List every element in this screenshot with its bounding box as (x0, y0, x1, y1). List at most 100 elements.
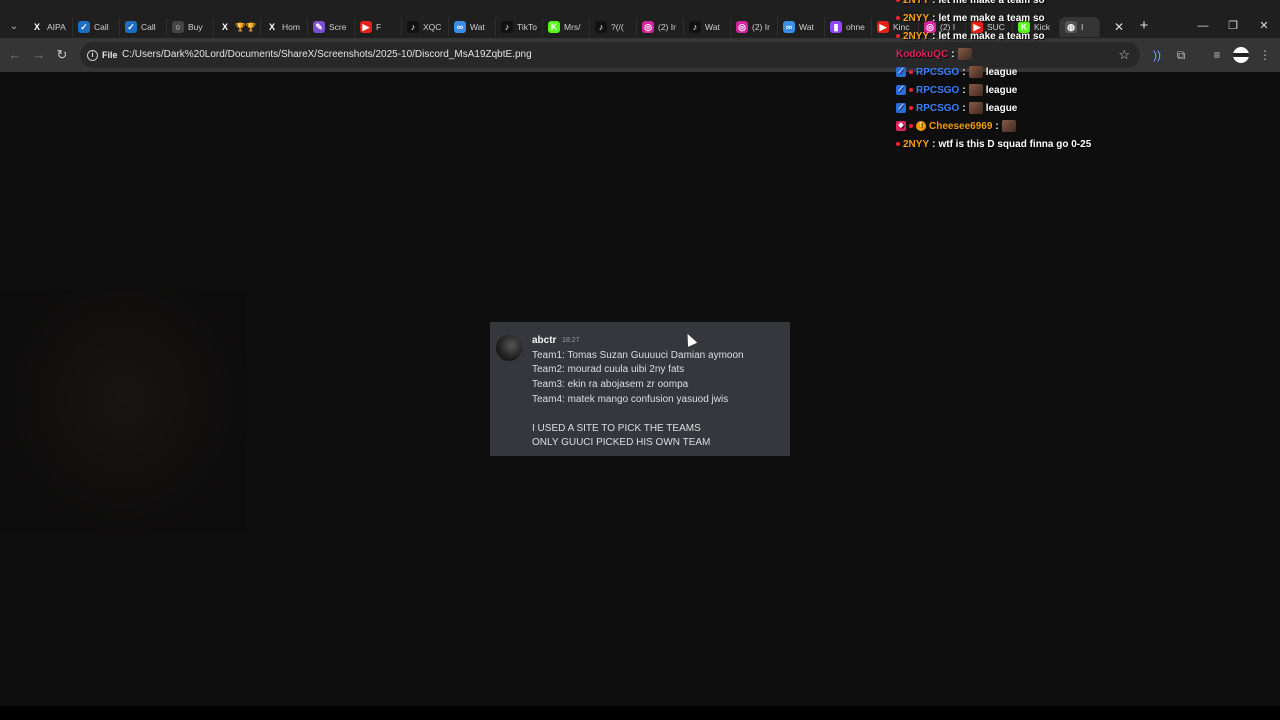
browser-tab[interactable]: ◎ (2) Ir (731, 17, 778, 37)
browser-tab[interactable]: X Hom (261, 17, 308, 37)
chat-message: 2NYY: let me make a team so (896, 0, 1045, 8)
stream-chat-overlay: 2NYY: let me make a team so 2NYY: let me ma… (890, 0, 1280, 160)
browser-tab[interactable]: ◎ (2) Ir (637, 17, 684, 37)
browser-tab[interactable]: X 🏆🏆 (214, 17, 261, 37)
discord-message-image: abctr 18:27 Team1: Tomas Suzan Guuuuci D… (490, 322, 790, 456)
live-dot-icon (909, 70, 913, 74)
browser-tab[interactable]: ♪ Wat (684, 17, 731, 37)
tab-title: Wat (799, 22, 814, 32)
chat-username[interactable]: KodokuQC (896, 49, 948, 60)
chat-separator: : (932, 12, 936, 24)
chat-text: let me make a team so (938, 30, 1045, 42)
live-dot-icon (909, 106, 913, 110)
live-dot-icon (896, 142, 900, 146)
tiktok-icon: ♪ (689, 21, 701, 33)
watch-icon: ∞ (783, 21, 795, 33)
chat-message: ⟋ RPCSGO: league (896, 100, 1017, 116)
chat-username[interactable]: RPCSGO (916, 67, 959, 78)
tab-title: Mrs/ (564, 22, 581, 32)
browser-tab[interactable]: ∞ Wat (449, 17, 496, 37)
url-text[interactable]: C:/Users/Dark%20Lord/Documents/ShareX/Sc… (122, 48, 532, 62)
tab-title: AIPA (47, 22, 66, 32)
chat-message: ◆! Cheesee6969: (896, 118, 1016, 134)
live-dot-icon (909, 88, 913, 92)
subscriber-badge-icon: ⟋ (896, 85, 906, 95)
subscriber-badge-icon: ⟋ (896, 103, 906, 113)
message-author: abctr (532, 335, 557, 346)
tab-title: TikTo (517, 22, 537, 32)
tab-title: (2) Ir (658, 22, 676, 32)
browser-tab[interactable]: ✓ Call (73, 17, 120, 37)
scheme-label: File (102, 50, 118, 60)
chat-username[interactable]: 2NYY (903, 13, 929, 24)
tab-title: F (376, 22, 382, 32)
chat-separator: : (995, 120, 999, 132)
browser-tab[interactable]: ▶ F (355, 17, 402, 37)
circle-icon: ○ (172, 21, 184, 33)
x-icon: X (31, 21, 43, 33)
browser-tab[interactable]: ✓ Call (120, 17, 167, 37)
live-dot-icon (896, 0, 900, 2)
browser-tab[interactable]: ∞ Wat (778, 17, 825, 37)
browser-tab[interactable]: ♪ XQC (402, 17, 449, 37)
avatar (496, 335, 522, 361)
site-info-chip[interactable]: i File (87, 48, 118, 62)
kick-icon: K (548, 21, 560, 33)
message-line: ONLY GUUCI PICKED HIS OWN TEAM (532, 437, 711, 448)
browser-tab[interactable]: ♪ ?(/( (590, 17, 637, 37)
chat-text: league (985, 66, 1018, 78)
tiktok-icon: ♪ (407, 21, 419, 33)
chat-username[interactable]: RPCSGO (916, 85, 959, 96)
chat-message: ⟋ RPCSGO: league (896, 82, 1017, 98)
tab-title: XQC (423, 22, 442, 32)
chat-separator: : (951, 48, 955, 60)
tab-title: 🏆🏆 (235, 21, 257, 32)
chat-text: let me make a team so (938, 12, 1045, 24)
chat-message: ⟋ RPCSGO: league (896, 64, 1017, 80)
chat-separator: : (962, 84, 966, 96)
chat-username[interactable]: Cheesee6969 (929, 121, 992, 132)
message-line: Team3: ekin ra abojasem zr oompa (532, 379, 689, 390)
live-dot-icon (896, 34, 900, 38)
forward-icon[interactable]: → (31, 47, 47, 63)
info-icon: i (87, 49, 98, 61)
chat-username[interactable]: 2NYY (903, 0, 929, 6)
instagram-icon: ◎ (642, 21, 654, 33)
chat-username[interactable]: 2NYY (903, 31, 929, 42)
tab-search-menu-icon[interactable]: ⌄ (4, 18, 24, 36)
chat-message: 2NYY: let me make a team so (896, 28, 1045, 44)
chat-username[interactable]: 2NYY (903, 139, 929, 150)
chat-text: let me make a team so (938, 0, 1045, 6)
message-line: Team2: mourad cuula uibi 2ny fats (532, 364, 685, 375)
steam-icon: ✓ (125, 21, 137, 33)
emote-icon (968, 84, 983, 96)
reload-icon[interactable]: ↻ (54, 47, 70, 63)
live-dot-icon (909, 124, 913, 128)
chat-text: wtf is this D squad finna go 0-25 (938, 138, 1092, 150)
back-icon[interactable]: ← (7, 47, 23, 63)
chat-username[interactable]: RPCSGO (916, 103, 959, 114)
message-line: Team1: Tomas Suzan Guuuuci Damian aymoon (532, 350, 744, 361)
browser-tab[interactable]: X AIPA (26, 17, 73, 37)
browser-tab[interactable]: K Mrs/ (543, 17, 590, 37)
browser-tab[interactable]: ○ Buy (167, 17, 214, 37)
steam-icon: ✓ (78, 21, 90, 33)
tiktok-icon: ♪ (595, 21, 607, 33)
youtube-icon: ▶ (877, 21, 889, 33)
chat-separator: : (932, 30, 936, 42)
webcam-overlay (0, 290, 245, 533)
message-timestamp: 18:27 (562, 337, 580, 344)
browser-tab[interactable]: ▮ ohne (825, 17, 872, 37)
x-icon: X (266, 21, 278, 33)
tab-title: ohne (846, 22, 865, 32)
watch-icon: ∞ (454, 21, 466, 33)
twitch-icon: ▮ (830, 21, 842, 33)
browser-tab[interactable]: ✎ Scre (308, 17, 355, 37)
chat-separator: : (932, 138, 936, 150)
chat-message: 2NYY: wtf is this D squad finna go 0-25 (896, 136, 1091, 152)
tab-title: ?(/( (611, 22, 624, 32)
gem-badge-icon: ◆ (896, 121, 906, 131)
instagram-icon: ◎ (736, 21, 748, 33)
tab-title: Buy (188, 22, 203, 32)
browser-tab[interactable]: ♪ TikTo (496, 17, 543, 37)
